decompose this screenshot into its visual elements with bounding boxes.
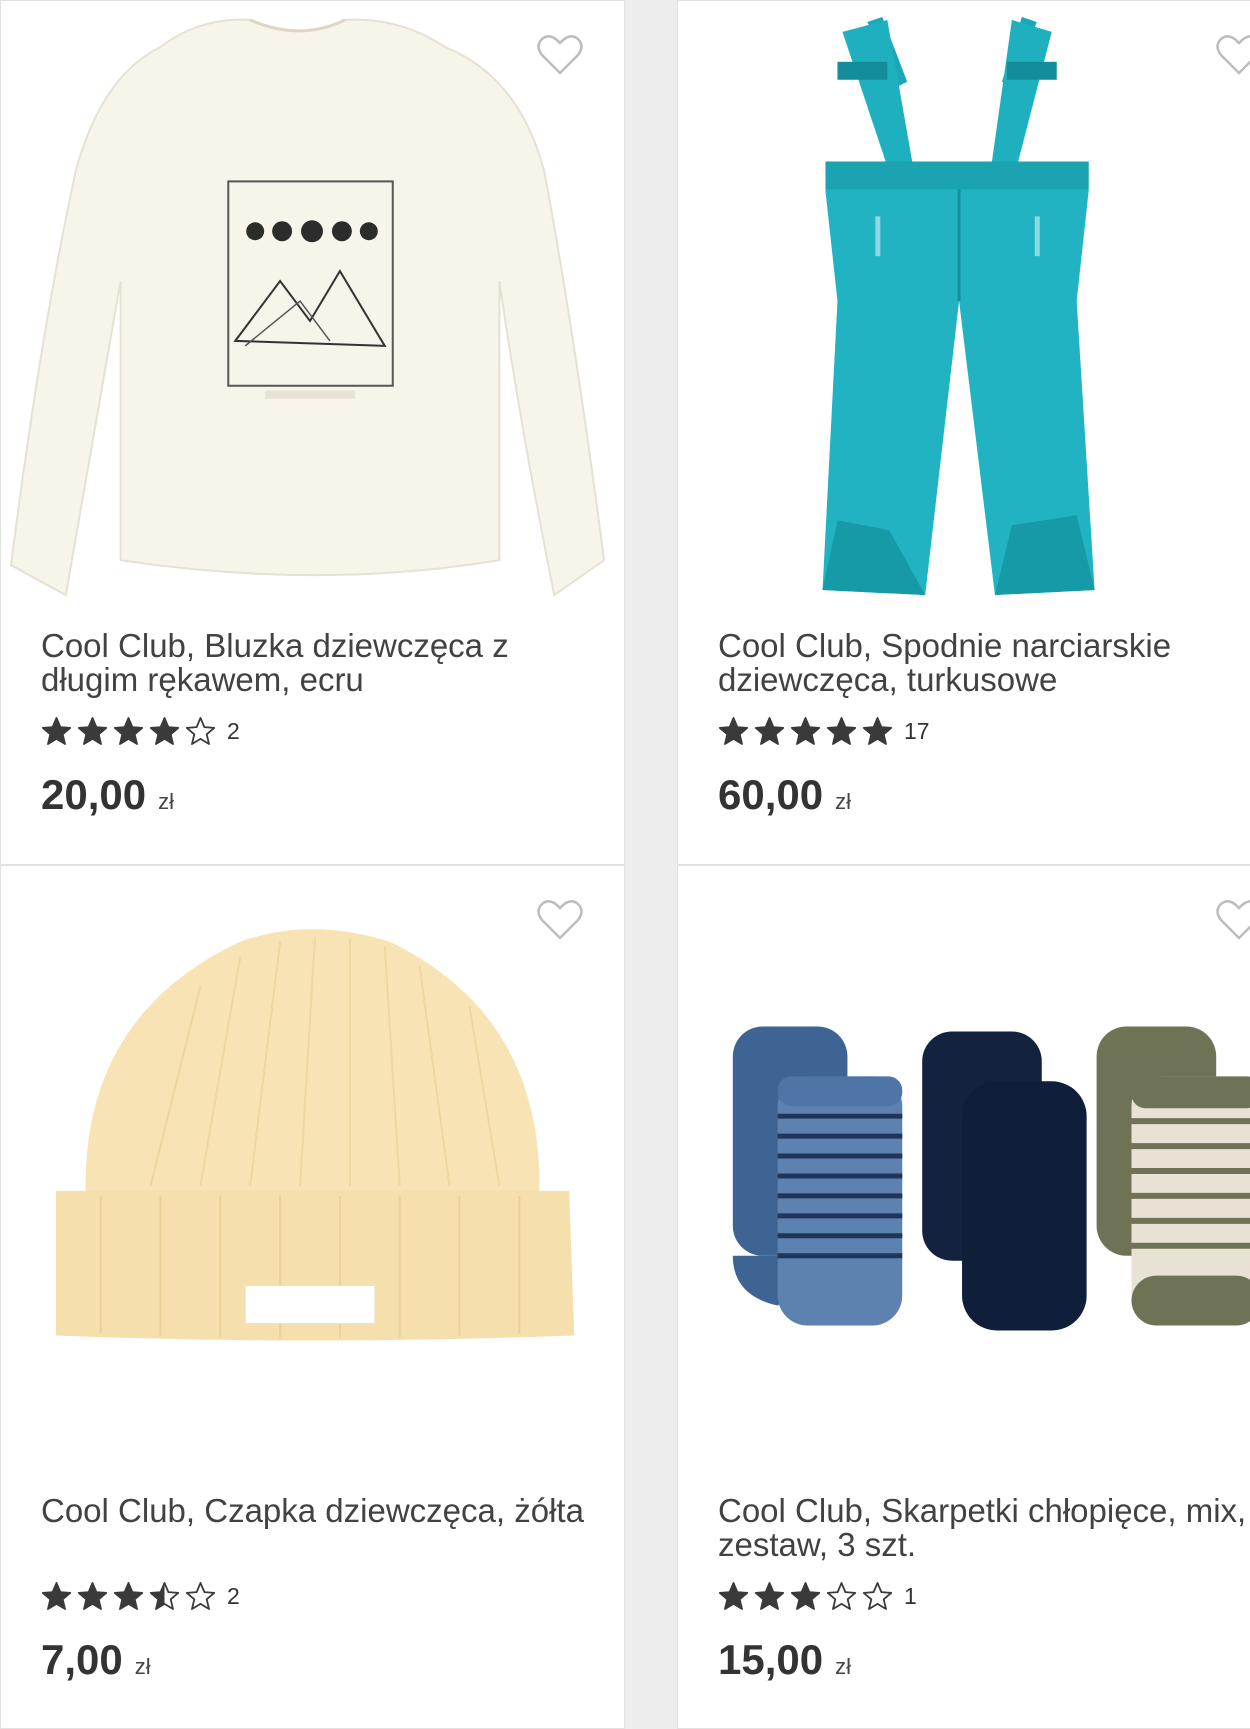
star-filled-icon: [77, 716, 108, 745]
price-amount: 60,00: [718, 771, 824, 818]
product-rating: 2: [41, 1576, 240, 1616]
product-title[interactable]: Cool Club, Skarpetki chłopięce, mix, zes…: [718, 1494, 1250, 1562]
star-half-icon: [149, 1581, 180, 1610]
wishlist-heart-icon[interactable]: [536, 898, 584, 942]
price-currency: zł: [835, 789, 851, 814]
product-title[interactable]: Cool Club, Czapka dziewczęca, żółta: [41, 1494, 601, 1528]
ecru-long-sleeve-top-icon[interactable]: [1, 1, 624, 611]
wishlist-heart-icon[interactable]: [1215, 33, 1250, 77]
star-filled-icon: [41, 1581, 72, 1610]
price-currency: zł: [835, 1654, 851, 1679]
star-filled-icon: [790, 716, 821, 745]
price-amount: 20,00: [41, 771, 147, 818]
product-price: 7,00 zł: [41, 1636, 151, 1684]
rating-count: 1: [904, 1582, 917, 1609]
product-card[interactable]: Cool Club, Spodnie narciarskie dziewczęc…: [677, 0, 1250, 865]
star-filled-icon: [754, 716, 785, 745]
star-filled-icon: [718, 1581, 749, 1610]
star-filled-icon: [754, 1581, 785, 1610]
price-currency: zł: [134, 1654, 151, 1679]
rating-count: 2: [227, 1582, 240, 1609]
price-currency: zł: [158, 789, 174, 814]
product-card[interactable]: Cool Club, Bluzka dziewczęca z długim rę…: [0, 0, 625, 865]
star-empty-icon: [185, 1581, 216, 1610]
star-filled-icon: [862, 716, 893, 745]
star-filled-icon: [77, 1581, 108, 1610]
rating-count: 17: [904, 717, 930, 744]
star-filled-icon: [790, 1581, 821, 1610]
turquoise-ski-pants-icon[interactable]: [678, 1, 1250, 611]
star-filled-icon: [41, 716, 72, 745]
yellow-beanie-icon[interactable]: [1, 866, 624, 1476]
wishlist-heart-icon[interactable]: [1215, 898, 1250, 942]
product-card[interactable]: Cool Club, Skarpetki chłopięce, mix, zes…: [677, 865, 1250, 1729]
socks-set-icon[interactable]: [678, 866, 1250, 1476]
star-filled-icon: [149, 716, 180, 745]
product-rating: 17: [718, 711, 930, 751]
star-empty-icon: [826, 1581, 857, 1610]
star-empty-icon: [185, 716, 216, 745]
star-filled-icon: [826, 716, 857, 745]
star-filled-icon: [718, 716, 749, 745]
star-filled-icon: [113, 1581, 144, 1610]
rating-count: 2: [227, 717, 240, 744]
star-filled-icon: [113, 716, 144, 745]
product-title[interactable]: Cool Club, Bluzka dziewczęca z długim rę…: [41, 629, 601, 697]
price-amount: 7,00: [41, 1636, 123, 1683]
product-rating: 1: [718, 1576, 917, 1616]
product-rating: 2: [41, 711, 240, 751]
product-title[interactable]: Cool Club, Spodnie narciarskie dziewczęc…: [718, 629, 1250, 697]
product-price: 20,00 zł: [41, 771, 174, 819]
product-price: 15,00 zł: [718, 1636, 851, 1684]
product-card[interactable]: Cool Club, Czapka dziewczęca, żółta 2 7,…: [0, 865, 625, 1729]
wishlist-heart-icon[interactable]: [536, 33, 584, 77]
product-price: 60,00 zł: [718, 771, 851, 819]
star-empty-icon: [862, 1581, 893, 1610]
price-amount: 15,00: [718, 1636, 824, 1683]
